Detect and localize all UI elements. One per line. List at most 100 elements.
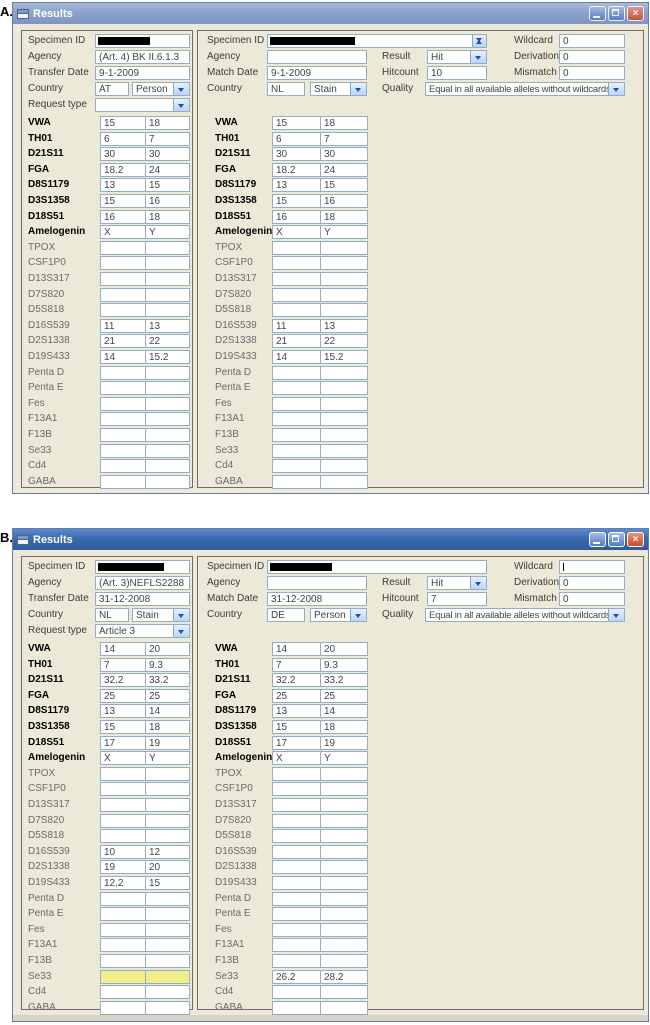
close-button[interactable]: × — [627, 532, 644, 547]
allele-field-1[interactable]: X — [272, 225, 321, 239]
allele-field-1[interactable] — [272, 938, 321, 952]
allele-field-2[interactable]: 18 — [145, 116, 190, 130]
allele-field-2[interactable] — [145, 272, 190, 286]
allele-field-1[interactable]: 16 — [272, 210, 321, 224]
allele-field-2[interactable] — [145, 798, 190, 812]
allele-field-2[interactable] — [320, 444, 368, 458]
transfer-date-field[interactable]: 31-12-2008 — [95, 592, 190, 606]
allele-field-1[interactable] — [100, 829, 146, 843]
allele-field-2[interactable]: 15 — [320, 178, 368, 192]
allele-field-1[interactable] — [100, 428, 146, 442]
allele-field-2[interactable] — [145, 475, 190, 489]
chevron-down-icon[interactable] — [470, 51, 486, 63]
chevron-down-icon[interactable] — [350, 83, 366, 95]
request-type-select[interactable]: Article 3 — [95, 624, 190, 638]
agency-field[interactable]: (Art. 3)NEFLS2288 — [95, 576, 190, 590]
allele-field-1[interactable]: 11 — [272, 319, 321, 333]
allele-field-2[interactable] — [145, 288, 190, 302]
allele-field-2[interactable]: 15.2 — [320, 350, 368, 364]
allele-field-2[interactable]: 15 — [145, 876, 190, 890]
allele-field-2[interactable] — [145, 428, 190, 442]
allele-field-2[interactable]: 30 — [145, 147, 190, 161]
chevron-down-icon[interactable] — [608, 83, 624, 95]
allele-field-1[interactable] — [272, 985, 321, 999]
allele-field-2[interactable] — [145, 256, 190, 270]
chevron-down-icon[interactable] — [173, 99, 189, 111]
allele-field-2[interactable] — [145, 970, 190, 984]
minimize-button[interactable] — [589, 6, 606, 21]
country-type-select[interactable]: Person — [310, 608, 367, 622]
allele-field-2[interactable] — [145, 767, 190, 781]
allele-field-2[interactable]: 28.2 — [320, 970, 368, 984]
allele-field-1[interactable] — [272, 381, 321, 395]
allele-field-1[interactable]: 15 — [100, 720, 146, 734]
allele-field-2[interactable] — [145, 782, 190, 796]
match-date-field[interactable]: 31-12-2008 — [267, 592, 367, 606]
allele-field-2[interactable] — [320, 1001, 368, 1015]
allele-field-2[interactable]: 24 — [320, 163, 368, 177]
allele-field-1[interactable] — [100, 814, 146, 828]
wildcard-field[interactable]: 0 — [559, 34, 625, 48]
allele-field-1[interactable]: 12.2 — [100, 876, 146, 890]
agency-field[interactable] — [267, 50, 367, 64]
wildcard-field[interactable] — [559, 560, 625, 574]
allele-field-1[interactable]: 17 — [272, 736, 321, 750]
allele-field-1[interactable]: 14 — [272, 350, 321, 364]
allele-field-2[interactable]: 14 — [145, 704, 190, 718]
allele-field-2[interactable]: 13 — [145, 319, 190, 333]
allele-field-1[interactable]: 25 — [100, 689, 146, 703]
allele-field-1[interactable] — [272, 475, 321, 489]
allele-field-2[interactable]: 25 — [320, 689, 368, 703]
allele-field-1[interactable] — [272, 892, 321, 906]
country-code-field[interactable]: DE — [267, 608, 305, 622]
allele-field-1[interactable]: 21 — [272, 334, 321, 348]
titlebar[interactable]: Results × — [13, 529, 648, 550]
allele-field-1[interactable]: 17 — [100, 736, 146, 750]
allele-field-1[interactable] — [100, 272, 146, 286]
allele-field-2[interactable]: 18 — [320, 116, 368, 130]
allele-field-1[interactable] — [100, 798, 146, 812]
hitcount-field[interactable]: 7 — [427, 592, 487, 606]
allele-field-1[interactable] — [100, 892, 146, 906]
allele-field-1[interactable]: 15 — [272, 720, 321, 734]
specimen-id-field[interactable] — [95, 560, 190, 574]
allele-field-2[interactable] — [320, 954, 368, 968]
allele-field-1[interactable] — [272, 241, 321, 255]
close-button[interactable]: × — [627, 6, 644, 21]
allele-field-1[interactable] — [272, 397, 321, 411]
allele-field-1[interactable] — [272, 428, 321, 442]
allele-field-1[interactable] — [272, 256, 321, 270]
allele-field-2[interactable]: 22 — [320, 334, 368, 348]
allele-field-1[interactable] — [100, 256, 146, 270]
allele-field-1[interactable]: 6 — [272, 132, 321, 146]
chevron-down-icon[interactable] — [608, 609, 624, 621]
allele-field-1[interactable]: 15 — [272, 116, 321, 130]
allele-field-2[interactable]: 20 — [320, 642, 368, 656]
allele-field-2[interactable] — [320, 256, 368, 270]
mismatch-field[interactable]: 0 — [559, 592, 625, 606]
allele-field-2[interactable] — [320, 938, 368, 952]
country-code-field[interactable]: NL — [267, 82, 305, 96]
allele-field-2[interactable] — [145, 829, 190, 843]
quality-select[interactable]: Equal in all available alleles without w… — [425, 82, 625, 96]
allele-field-1[interactable]: 13 — [100, 178, 146, 192]
allele-field-2[interactable] — [320, 985, 368, 999]
mismatch-field[interactable]: 0 — [559, 66, 625, 80]
allele-field-2[interactable]: Y — [320, 751, 368, 765]
country-type-select[interactable]: Stain — [310, 82, 367, 96]
allele-field-2[interactable] — [145, 814, 190, 828]
allele-field-2[interactable]: 14 — [320, 704, 368, 718]
allele-field-2[interactable] — [145, 366, 190, 380]
allele-field-1[interactable] — [100, 366, 146, 380]
allele-field-1[interactable]: 6 — [100, 132, 146, 146]
chevron-down-icon[interactable] — [350, 609, 366, 621]
allele-field-1[interactable] — [100, 288, 146, 302]
specimen-spinner[interactable] — [472, 35, 486, 47]
country-type-select[interactable]: Person — [132, 82, 190, 96]
chevron-down-icon[interactable] — [173, 625, 189, 637]
allele-field-2[interactable] — [145, 459, 190, 473]
allele-field-1[interactable] — [272, 459, 321, 473]
chevron-down-icon[interactable] — [470, 577, 486, 589]
chevron-down-icon[interactable] — [173, 83, 189, 95]
allele-field-2[interactable]: 19 — [320, 736, 368, 750]
